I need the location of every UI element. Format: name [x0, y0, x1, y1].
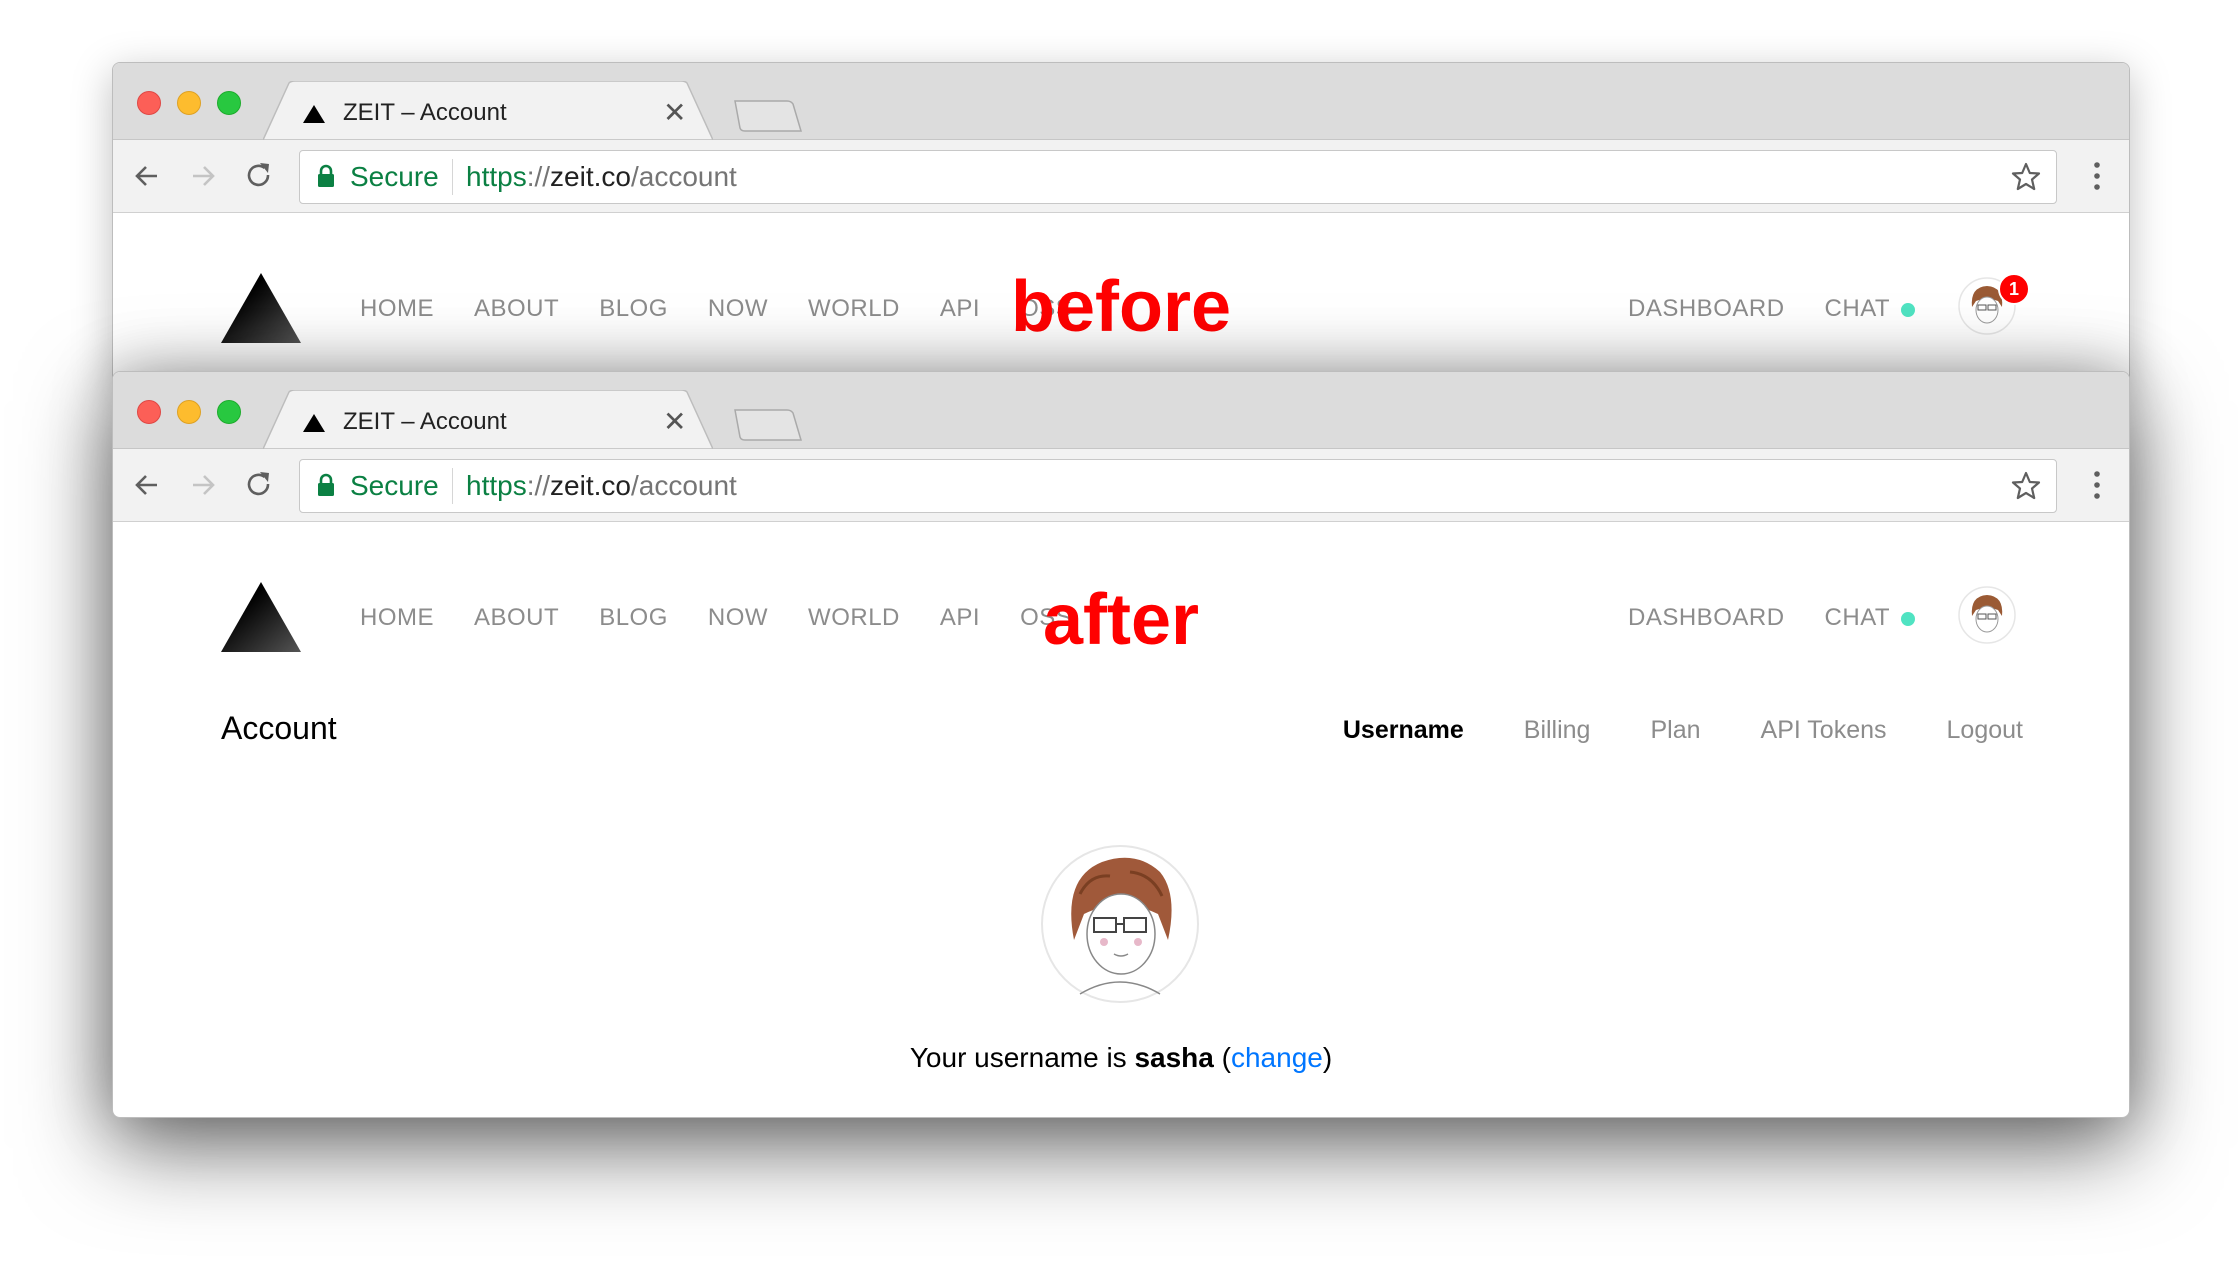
secure-label: Secure	[350, 161, 439, 192]
username-text: Your username is sasha (change)	[909, 1042, 1333, 1073]
profile-avatar	[1041, 845, 1199, 1003]
back-arrow-icon[interactable]	[131, 469, 163, 501]
minimize-window-button[interactable]	[177, 400, 201, 424]
change-username-link[interactable]: change	[1231, 1042, 1323, 1073]
address-bar[interactable]: Secure https://zeit.co/account	[299, 459, 2057, 513]
nav-chat[interactable]: CHAT	[1825, 295, 1891, 323]
url-host: zeit.co	[550, 161, 631, 192]
kebab-menu-icon[interactable]	[2093, 160, 2101, 192]
right-nav: DASHBOARD CHAT	[1628, 295, 1890, 323]
tab-strip: ZEIT – Account ✕	[113, 63, 2129, 140]
tab-title: ZEIT – Account	[343, 408, 507, 435]
back-arrow-icon[interactable]	[131, 160, 163, 192]
omnibox-divider	[452, 159, 453, 195]
page-title: Account	[221, 710, 337, 746]
tab-title: ZEIT – Account	[343, 99, 507, 126]
chat-online-dot	[1901, 612, 1915, 626]
new-tab-button[interactable]	[733, 99, 803, 133]
user-avatar[interactable]	[1958, 586, 2016, 644]
url-scheme: https	[466, 161, 527, 192]
username-prefix: Your username is	[909, 1042, 1127, 1073]
omnibox-divider	[452, 468, 453, 504]
reload-icon[interactable]	[243, 469, 275, 501]
url-separator: ://	[526, 161, 551, 192]
minimize-window-button[interactable]	[177, 91, 201, 115]
nav-dashboard[interactable]: DASHBOARD	[1628, 295, 1785, 323]
lock-icon	[318, 164, 334, 187]
new-tab-button[interactable]	[733, 408, 803, 442]
browser-tab[interactable]: ZEIT – Account ✕	[263, 81, 713, 140]
notification-badge: 1	[1998, 273, 2030, 305]
kebab-menu-icon[interactable]	[2093, 469, 2101, 501]
tab-username[interactable]: Username	[1343, 714, 1464, 746]
tab-billing[interactable]: Billing	[1524, 714, 1591, 746]
secure-label: Secure	[350, 470, 439, 501]
close-window-button[interactable]	[137, 400, 161, 424]
browser-tab[interactable]: ZEIT – Account ✕	[263, 390, 713, 449]
tab-strip: ZEIT – Account ✕	[113, 372, 2129, 449]
bookmark-star-icon[interactable]	[2010, 161, 2042, 193]
close-window-button[interactable]	[137, 91, 161, 115]
tab-plan[interactable]: Plan	[1650, 714, 1700, 746]
forward-arrow-icon[interactable]	[187, 469, 219, 501]
url-scheme: https	[466, 470, 527, 501]
tab-api-tokens[interactable]: API Tokens	[1761, 714, 1887, 746]
browser-toolbar: Secure https://zeit.co/account	[113, 140, 2129, 213]
url-separator: ://	[526, 470, 551, 501]
right-nav: DASHBOARD CHAT	[1628, 604, 1890, 632]
lock-icon	[318, 473, 334, 496]
url-text[interactable]: https://zeit.co/account	[466, 161, 737, 193]
chat-online-dot	[1901, 303, 1915, 317]
tab-logout[interactable]: Logout	[1947, 714, 2023, 746]
url-path: /account	[630, 470, 737, 501]
zeit-favicon-icon	[303, 414, 325, 432]
browser-window-before: ZEIT – Account ✕ Secure https://zeit.co/…	[112, 62, 2130, 384]
tab-close-icon[interactable]: ✕	[663, 406, 686, 438]
zeit-favicon-icon	[303, 105, 325, 123]
address-bar[interactable]: Secure https://zeit.co/account	[299, 150, 2057, 204]
bookmark-star-icon[interactable]	[2010, 470, 2042, 502]
zoom-window-button[interactable]	[217, 91, 241, 115]
forward-arrow-icon[interactable]	[187, 160, 219, 192]
url-host: zeit.co	[550, 470, 631, 501]
nav-dashboard[interactable]: DASHBOARD	[1628, 604, 1785, 632]
browser-toolbar: Secure https://zeit.co/account	[113, 449, 2129, 522]
zoom-window-button[interactable]	[217, 400, 241, 424]
url-path: /account	[630, 161, 737, 192]
tab-close-icon[interactable]: ✕	[663, 97, 686, 129]
username-value: sasha	[1134, 1042, 1214, 1073]
reload-icon[interactable]	[243, 160, 275, 192]
browser-window-after: ZEIT – Account ✕ Secure https://zeit.co/…	[112, 371, 2130, 1118]
nav-chat[interactable]: CHAT	[1825, 604, 1891, 632]
url-text[interactable]: https://zeit.co/account	[466, 470, 737, 502]
account-sub-nav: Username Billing Plan API Tokens Logout	[1343, 714, 2023, 746]
